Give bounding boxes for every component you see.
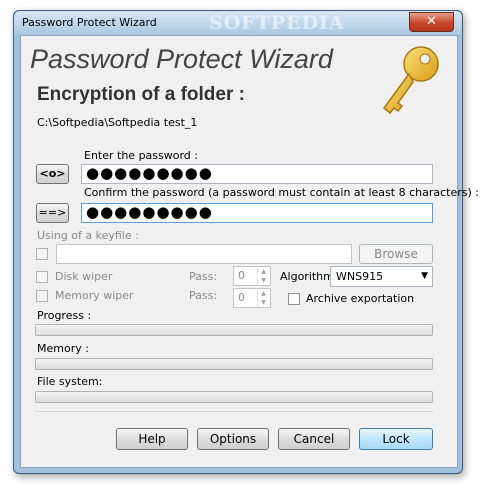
memory-pass-value: 0 xyxy=(238,291,245,304)
close-icon: ✕ xyxy=(426,14,437,29)
filesystem-bar xyxy=(35,391,433,403)
copy-password-button[interactable]: ==> xyxy=(36,203,69,223)
wizard-heading: Password Protect Wizard xyxy=(30,44,333,74)
title-bar[interactable]: Password Protect Wizard SOFTPEDIA ✕ xyxy=(14,11,462,35)
spin-down-icon[interactable]: ▼ xyxy=(257,299,269,307)
watermark: SOFTPEDIA xyxy=(209,12,345,34)
key-icon xyxy=(382,46,439,115)
memory-label: Memory : xyxy=(37,342,89,355)
disk-pass-label: Pass: xyxy=(189,270,218,283)
lock-button[interactable]: Lock xyxy=(359,428,433,450)
algorithm-value: WNS915 xyxy=(336,270,384,283)
disk-wiper-checkbox[interactable] xyxy=(36,271,48,283)
progress-label: Progress : xyxy=(37,309,92,322)
spin-down-icon[interactable]: ▼ xyxy=(257,277,269,285)
filesystem-label: File system: xyxy=(37,375,103,388)
folder-path: C:\Softpedia\Softpedia test_1 xyxy=(37,116,198,129)
memory-wiper-label: Memory wiper xyxy=(55,289,134,302)
disk-pass-stepper[interactable]: 0 ▲ ▼ xyxy=(233,266,271,286)
password-field[interactable]: ●●●●●●●●● xyxy=(81,164,433,184)
browse-button[interactable]: Browse xyxy=(359,244,433,264)
keyfile-checkbox[interactable] xyxy=(36,248,48,260)
memory-bar xyxy=(35,358,433,370)
keyfile-label: Using of a keyfile : xyxy=(37,229,139,242)
archive-exportation-label: Archive exportation xyxy=(306,292,415,305)
cancel-button[interactable]: Cancel xyxy=(278,428,350,450)
algorithm-label: Algorithm: xyxy=(280,270,338,283)
memory-pass-label: Pass: xyxy=(189,289,218,302)
options-button[interactable]: Options xyxy=(197,428,269,450)
keyfile-path-field[interactable] xyxy=(56,244,352,264)
progress-bar xyxy=(35,324,433,336)
close-button[interactable]: ✕ xyxy=(409,12,454,32)
memory-wiper-checkbox[interactable] xyxy=(36,290,48,302)
confirm-password-field[interactable]: ●●●●●●●●● xyxy=(81,203,433,223)
chevron-down-icon: ▼ xyxy=(421,271,428,281)
memory-pass-stepper[interactable]: 0 ▲ ▼ xyxy=(233,288,271,308)
confirm-password-label: Confirm the password (a password must co… xyxy=(84,186,479,199)
algorithm-select[interactable]: WNS915 ▼ xyxy=(330,266,433,287)
disk-pass-value: 0 xyxy=(238,269,245,282)
spin-up-icon[interactable]: ▲ xyxy=(257,290,269,298)
section-subtitle: Encryption of a folder : xyxy=(37,84,245,105)
window-title: Password Protect Wizard xyxy=(22,16,157,29)
spin-up-icon[interactable]: ▲ xyxy=(257,268,269,276)
help-button[interactable]: Help xyxy=(116,428,188,450)
disk-wiper-label: Disk wiper xyxy=(55,270,113,283)
show-password-button[interactable]: <o> xyxy=(36,164,69,184)
archive-exportation-checkbox[interactable] xyxy=(288,293,300,305)
password-label: Enter the password : xyxy=(84,149,198,162)
divider xyxy=(35,411,433,412)
